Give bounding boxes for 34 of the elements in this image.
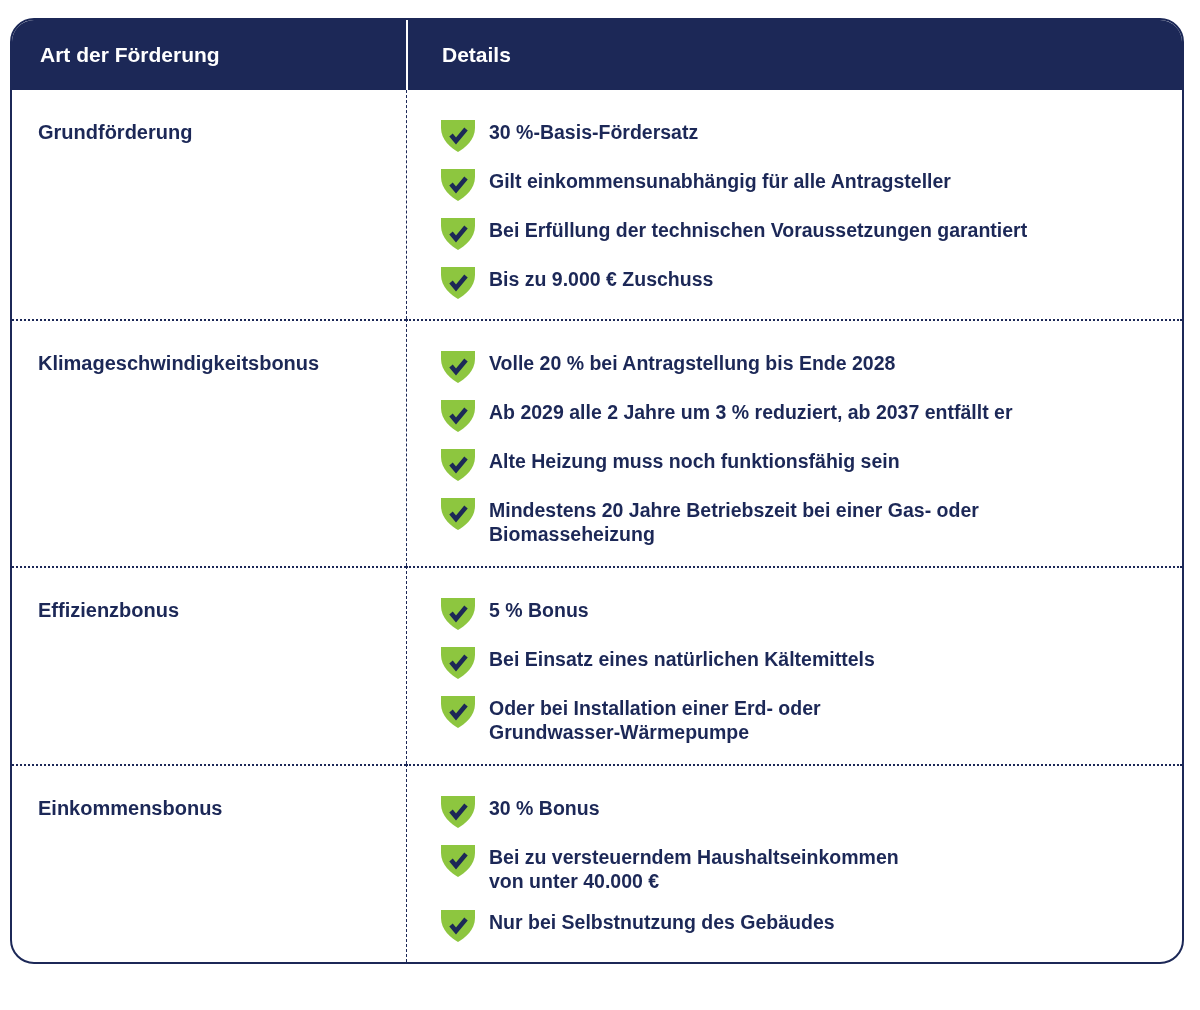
detail-text: Bei zu versteuerndem Haushaltseinkommen von unter 40.000 €: [489, 845, 899, 893]
detail-text: 5 % Bonus: [489, 598, 589, 622]
column-header: Details: [406, 20, 1182, 90]
shield-check-icon: [441, 696, 475, 728]
shield-check-icon: [441, 267, 475, 299]
detail-text: Mindestens 20 Jahre Betriebszeit bei einer Gas- oder Biomasseheizung: [489, 498, 979, 546]
detail-text: 30 % Bonus: [489, 796, 600, 820]
shield-check-icon: [441, 351, 475, 383]
detail-text: Bei Einsatz eines natürlichen Kältemittels: [489, 647, 875, 671]
funding-type: Effizienzbonus: [38, 598, 181, 622]
shield-check-icon: [441, 598, 475, 630]
detail-text: Bei Erfüllung der technischen Voraussetzungen garantiert: [489, 218, 1028, 242]
funding-type: Grundförderung: [38, 120, 194, 144]
shield-check-icon: [441, 218, 475, 250]
detail-text: Alte Heizung muss noch funktionsfähig sein: [489, 449, 900, 473]
shield-check-icon: [441, 910, 475, 942]
detail-text: Nur bei Selbstnutzung des Gebäudes: [489, 910, 835, 934]
detail-text: Volle 20 % bei Antragstellung bis Ende 2028: [489, 351, 896, 375]
shield-check-icon: [441, 169, 475, 201]
shield-check-icon: [441, 647, 475, 679]
shield-check-icon: [441, 796, 475, 828]
shield-check-icon: [441, 120, 475, 152]
detail-text: Bis zu 9.000 € Zuschuss: [489, 267, 714, 291]
shield-check-icon: [441, 449, 475, 481]
detail-text: Ab 2029 alle 2 Jahre um 3 % reduziert, ab 2037 entfällt er: [489, 400, 1013, 424]
shield-check-icon: [441, 845, 475, 877]
detail-text: Gilt einkommensunabhängig für alle Antragsteller: [489, 169, 951, 193]
funding-type: Einkommensbonus: [38, 796, 224, 820]
shield-check-icon: [441, 498, 475, 530]
detail-text: 30 %-Basis-Fördersatz: [489, 120, 699, 144]
column-header: Art der Förderung: [12, 20, 406, 90]
shield-check-icon: [441, 400, 475, 432]
detail-text: Oder bei Installation einer Erd- oder Grundwasser-Wärmepumpe: [489, 696, 821, 744]
funding-type: Klimageschwindigkeitsbonus: [38, 351, 321, 375]
